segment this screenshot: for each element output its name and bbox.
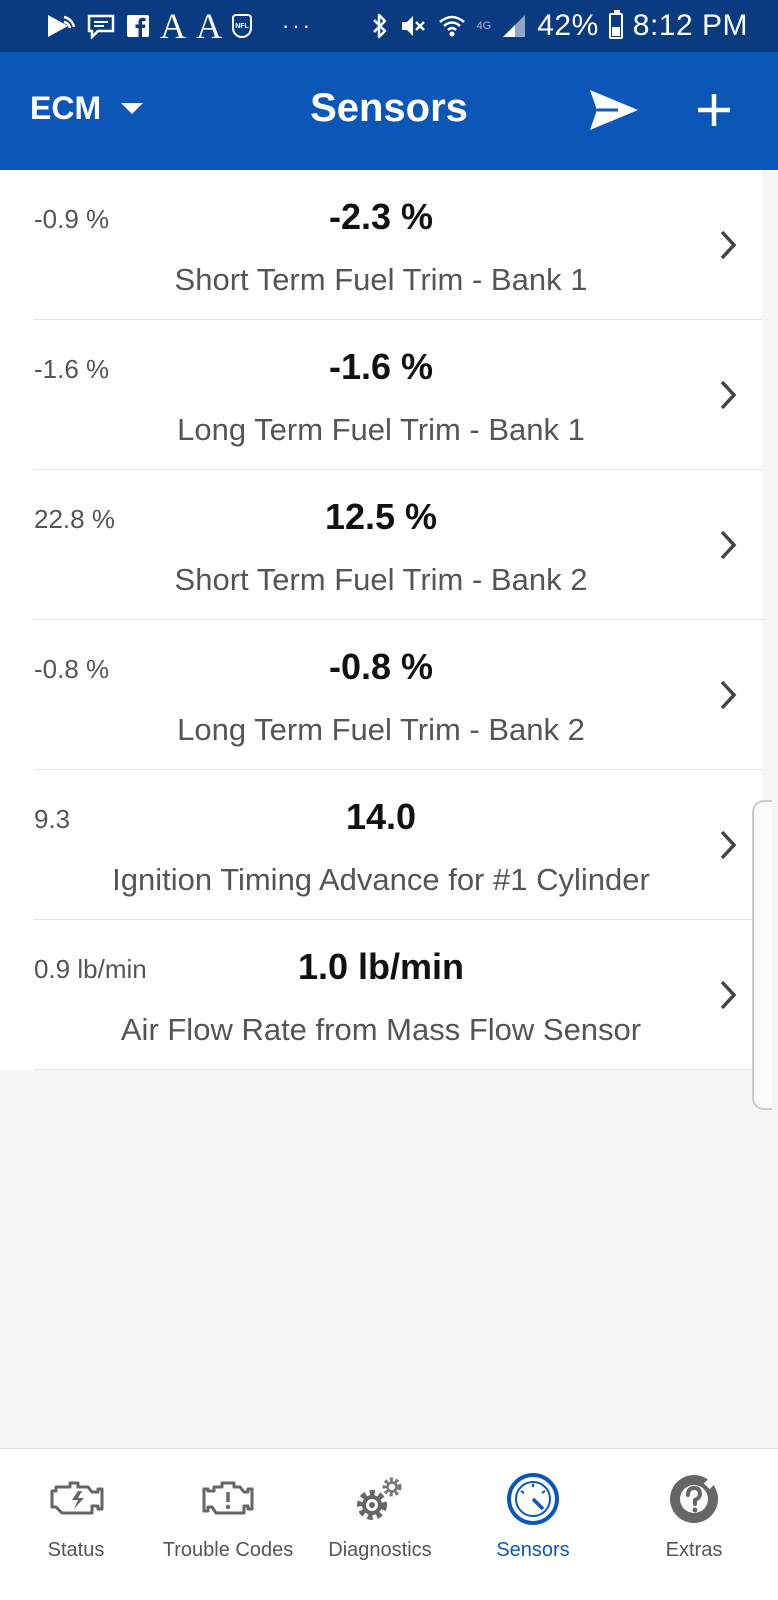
module-dropdown[interactable]: ECM <box>30 90 144 127</box>
chevron-right-icon <box>720 230 737 260</box>
add-sensor-button[interactable] <box>690 86 738 134</box>
mute-icon <box>399 12 427 40</box>
nav-label: Extras <box>665 1539 723 1561</box>
cast-icon <box>46 13 76 39</box>
module-label: ECM <box>30 90 102 126</box>
sensor-name: Ignition Timing Advance for #1 Cylinder <box>112 862 650 897</box>
sensor-row[interactable]: 0.9 lb/min 1.0 lb/min Air Flow Rate from… <box>0 920 762 1070</box>
send-button[interactable] <box>588 86 640 134</box>
clock: 8:12 PM <box>632 9 748 42</box>
nfl-icon: NFL <box>232 14 252 38</box>
add-icon <box>698 94 730 126</box>
send-icon <box>590 90 638 130</box>
signal-icon <box>501 13 527 39</box>
chevron-right-icon <box>720 830 737 860</box>
gears-icon <box>350 1469 410 1529</box>
sensor-current-value: -0.8 % <box>328 646 434 687</box>
nav-item-status[interactable]: Status <box>0 1449 152 1600</box>
battery-icon <box>608 10 623 39</box>
sensor-name: Air Flow Rate from Mass Flow Sensor <box>120 1012 642 1047</box>
chevron-right-icon <box>720 680 737 710</box>
nav-label: Status <box>47 1539 105 1561</box>
wifi-icon <box>437 13 467 39</box>
engine-status-icon <box>46 1469 106 1529</box>
sensor-current-value: 14.0 <box>345 796 417 837</box>
status-bar-system: 4G 42% 8:12 PM <box>371 9 748 43</box>
sensor-list: -0.9 % -2.3 % Short Term Fuel Trim - Ban… <box>0 170 762 1070</box>
sensor-row[interactable]: 9.3 14.0 Ignition Timing Advance for #1 … <box>0 770 762 920</box>
sensor-row[interactable]: 22.8 % 12.5 % Short Term Fuel Trim - Ban… <box>0 470 762 620</box>
sensor-name: Short Term Fuel Trim - Bank 1 <box>174 262 588 297</box>
bottom-nav: Status Trouble Codes Diagnostics Sensors <box>0 1448 778 1600</box>
font-a-icon: A <box>196 6 222 46</box>
sensor-current-value: 1.0 lb/min <box>297 946 465 987</box>
check-engine-icon <box>198 1469 258 1529</box>
app-bar: ECM Sensors <box>0 52 778 170</box>
sensor-current-value: -2.3 % <box>328 196 434 237</box>
chevron-right-icon <box>720 380 737 410</box>
nav-item-extras[interactable]: Extras <box>610 1449 778 1600</box>
nav-item-sensors[interactable]: Sensors <box>456 1449 610 1600</box>
font-a-icon: A <box>160 6 186 46</box>
dropdown-caret-icon <box>121 103 144 114</box>
sensor-name: Short Term Fuel Trim - Bank 2 <box>174 562 588 597</box>
sensor-row[interactable]: -0.9 % -2.3 % Short Term Fuel Trim - Ban… <box>0 170 762 320</box>
sensor-current-value: 12.5 % <box>324 496 438 537</box>
help-lifebuoy-icon <box>664 1469 724 1529</box>
gauge-icon <box>503 1469 563 1529</box>
scrollbar-handle[interactable] <box>752 800 772 1110</box>
nav-label: Trouble Codes <box>162 1539 294 1561</box>
chevron-right-icon <box>720 980 737 1010</box>
status-bar-notifications: A A NFL ··· <box>46 8 371 44</box>
nav-label: Sensors <box>496 1539 570 1561</box>
network-type: 4G <box>476 20 492 32</box>
nav-item-diagnostics[interactable]: Diagnostics <box>304 1449 456 1600</box>
status-bar: A A NFL ··· 4G 42% 8:12 PM <box>0 0 778 52</box>
sensor-row[interactable]: -0.8 % -0.8 % Long Term Fuel Trim - Bank… <box>0 620 762 770</box>
battery-percent: 42% <box>537 9 599 42</box>
message-icon <box>86 13 116 39</box>
nav-item-trouble-codes[interactable]: Trouble Codes <box>152 1449 304 1600</box>
more-notifications-indicator: ··· <box>282 13 313 38</box>
facebook-icon <box>126 14 150 38</box>
chevron-right-icon <box>720 530 737 560</box>
sensor-name: Long Term Fuel Trim - Bank 2 <box>177 712 585 747</box>
sensor-current-value: -1.6 % <box>328 346 434 387</box>
sensor-name: Long Term Fuel Trim - Bank 1 <box>177 412 585 447</box>
nav-label: Diagnostics <box>328 1539 432 1561</box>
sensor-row[interactable]: -1.6 % -1.6 % Long Term Fuel Trim - Bank… <box>0 320 762 470</box>
bluetooth-icon <box>371 12 389 40</box>
